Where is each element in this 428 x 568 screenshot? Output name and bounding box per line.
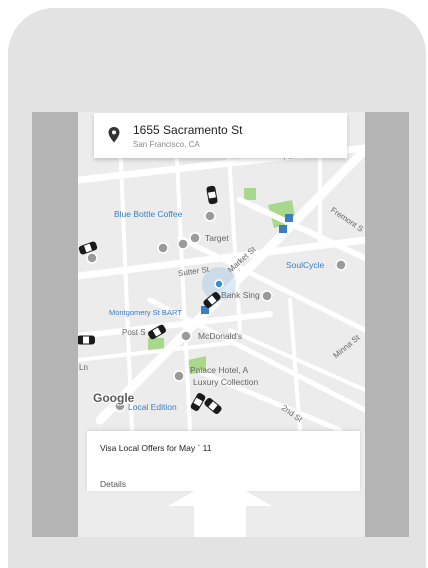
pickup-address-card[interactable]: 1655 Sacramento St San Francisco, CA [94,113,347,158]
offer-title: Visa Local Offers for May ` 11 [100,443,212,453]
poi-label-montgomery-bart[interactable]: Montgomery St BART [109,309,182,317]
phone-right-bezel [365,112,409,537]
poi-label-soulcycle[interactable]: SoulCycle [286,261,324,270]
poi-label-palace-hotel-line2[interactable]: Luxury Collection [193,378,258,387]
street-label-post: Post S [122,328,146,337]
pickup-address-title: 1655 Sacramento St [133,123,243,137]
google-attribution: Google [93,391,135,405]
poi-label-blue-bottle[interactable]: Blue Bottle Coffee [114,210,182,219]
poi-label-local-edition[interactable]: Local Edition [128,403,177,412]
poi-label-bank[interactable]: Bank Sing [221,291,260,300]
poi-label-mcdonalds[interactable]: McDonald's [198,332,242,341]
pickup-address-city: San Francisco, CA [133,140,200,149]
phone-left-bezel [32,112,78,537]
offer-details[interactable]: Details [100,479,126,489]
location-pin-icon [108,127,120,143]
swipe-up-arrow-icon [168,476,272,537]
street-label-ln: Ln [79,363,88,372]
poi-label-palace-hotel-line1[interactable]: Palace Hotel, A [190,366,248,375]
poi-label-target[interactable]: Target [205,234,229,243]
